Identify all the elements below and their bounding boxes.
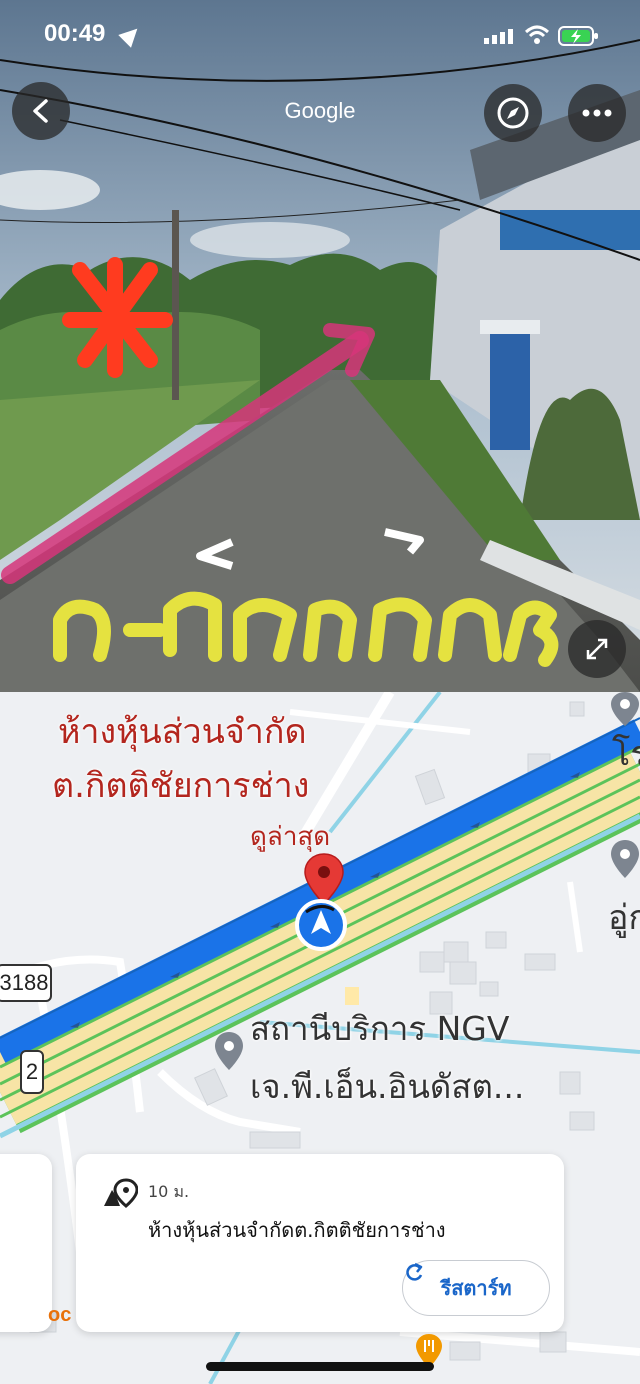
poi-pin-icon[interactable]: [608, 692, 640, 726]
distance-text: 10 ม.: [148, 1182, 190, 1201]
ngv-station-label-line2[interactable]: เจ.พี.เอ็น.อินดัสต...: [250, 1060, 524, 1113]
expand-button[interactable]: [568, 620, 626, 678]
poi-title-line2[interactable]: ต.กิตติชัยการช่าง: [52, 758, 309, 812]
home-indicator[interactable]: [206, 1362, 434, 1371]
poi-title-line1[interactable]: ห้างหุ้นส่วนจำกัด: [58, 704, 307, 758]
left-card-glyph: oc: [48, 1304, 72, 1326]
route-shield-2: 2: [20, 1050, 44, 1094]
more-dots-icon: [582, 109, 612, 117]
status-time: 00:49: [44, 20, 106, 47]
expand-arrows-icon: [586, 638, 608, 660]
app-root: 00:49 Google ห้างหุ้นส่วนจำกัด ต.กิตติชั…: [0, 0, 640, 1384]
gas-station-pin-icon[interactable]: [212, 1030, 246, 1074]
handwritten-caption: [53, 591, 559, 667]
route-shield-3188: 3188: [0, 964, 52, 1002]
wifi-icon: [524, 25, 550, 44]
right-label-2: อู่ก: [608, 898, 640, 938]
street-view-panorama[interactable]: 00:49 Google: [0, 0, 640, 692]
compass-button[interactable]: [484, 84, 542, 142]
garage-pin-icon[interactable]: [608, 838, 640, 882]
signal-icon: [484, 29, 513, 44]
left-suggestion-card[interactable]: oc: [0, 1154, 71, 1332]
street-view-title: Google: [284, 98, 356, 123]
restart-button[interactable]: รีสตาร์ท: [402, 1260, 550, 1316]
current-location-icon: [295, 899, 347, 951]
poi-subtitle: ดูล่าสุด: [250, 822, 331, 852]
ngv-station-label-line1[interactable]: สถานีบริการ NGV: [250, 1002, 509, 1055]
route-pin-icon: [104, 1178, 138, 1208]
right-label-1: โร: [612, 734, 640, 774]
restart-icon: [406, 1262, 423, 1281]
restart-label: รีสตาร์ท: [440, 1276, 512, 1300]
place-name-text: ห้างหุ้นส่วนจำกัดต.กิตติชัยการช่าง: [148, 1218, 446, 1242]
place-info-card[interactable]: 10 ม. ห้างหุ้นส่วนจำกัดต.กิตติชัยการช่าง…: [76, 1154, 564, 1332]
more-options-button[interactable]: [568, 84, 626, 142]
map-view[interactable]: ห้างหุ้นส่วนจำกัด ต.กิตติชัยการช่าง ดูล่…: [0, 692, 640, 1384]
compass-icon: [497, 97, 529, 129]
battery-charging-icon: [558, 26, 598, 46]
